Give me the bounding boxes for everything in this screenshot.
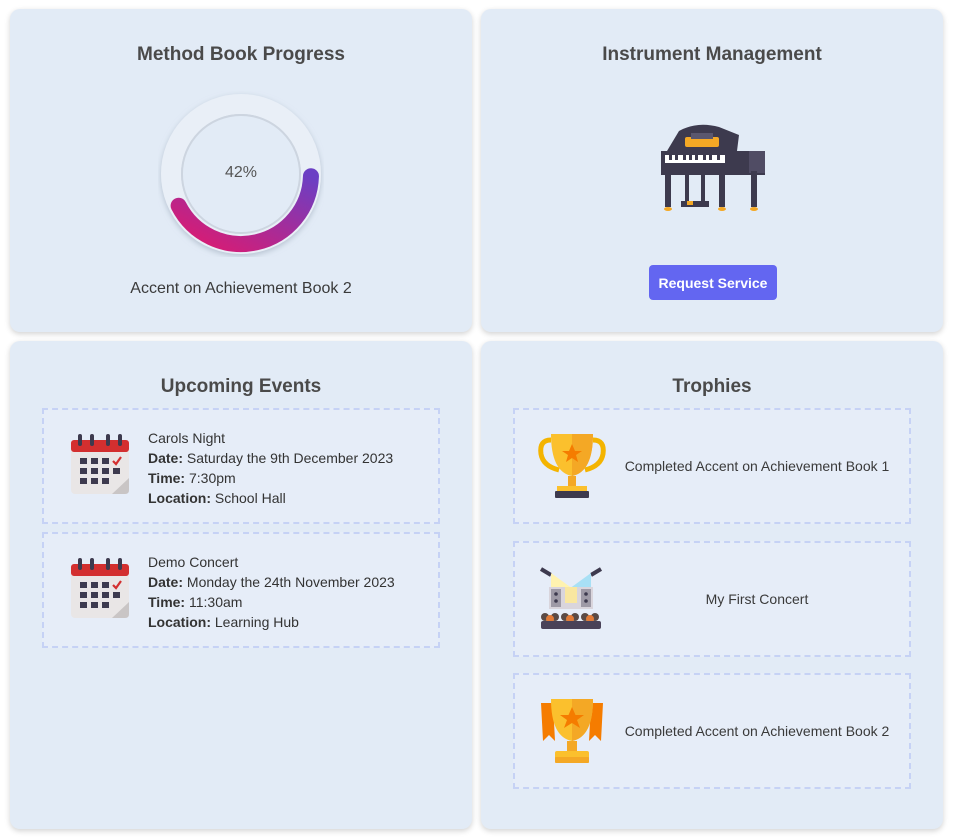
trophy-label: Completed Accent on Achievement Book 1 [624, 458, 890, 474]
trophy-item[interactable]: My First Concert [513, 541, 911, 657]
event-location: Location: Learning Hub [148, 612, 395, 632]
trophy-item[interactable]: Completed Accent on Achievement Book 1 [513, 408, 911, 524]
location-label: Location: [148, 614, 211, 630]
date-value: Saturday the 9th December 2023 [186, 450, 394, 466]
request-service-button[interactable]: Request Service [649, 265, 777, 300]
event-date: Date: Saturday the 9th December 2023 [148, 448, 393, 468]
location-value: Learning Hub [214, 614, 299, 630]
time-label: Time: [148, 470, 186, 486]
progress-ring: 42% [158, 91, 324, 257]
trophy-label: My First Concert [705, 591, 809, 607]
date-label: Date: [148, 450, 184, 466]
event-time: Time: 7:30pm [148, 468, 393, 488]
method-book-progress-card: Method Book Progress 42% Accent on Achie… [10, 9, 472, 332]
trophy-label: Completed Accent on Achievement Book 2 [624, 723, 890, 739]
card-title: Upcoming Events [160, 376, 322, 397]
trophies-card: Trophies Completed Accent on Achievement… [481, 341, 943, 829]
event-item[interactable]: Carols Night Date: Saturday the 9th Dece… [42, 408, 440, 524]
event-name: Demo Concert [148, 554, 239, 570]
calendar-icon [70, 434, 130, 501]
calendar-icon [70, 558, 130, 625]
progress-percent: 42% [224, 164, 258, 181]
card-title: Trophies [672, 376, 752, 397]
event-time: Time: 11:30am [148, 592, 395, 612]
trophy-item[interactable]: Completed Accent on Achievement Book 2 [513, 673, 911, 789]
upcoming-events-card: Upcoming Events Carols Night Date: Satur… [10, 341, 472, 829]
event-date: Date: Monday the 24th November 2023 [148, 572, 395, 592]
date-label: Date: [148, 574, 184, 590]
time-value: 7:30pm [188, 470, 236, 486]
event-name: Carols Night [148, 430, 226, 446]
event-details: Carols Night Date: Saturday the 9th Dece… [148, 428, 393, 508]
concert-stage-icon [537, 567, 605, 638]
event-item[interactable]: Demo Concert Date: Monday the 24th Novem… [42, 532, 440, 648]
method-book-name: Accent on Achievement Book 2 [130, 280, 352, 297]
trophy-icon [537, 432, 607, 505]
location-value: School Hall [214, 490, 286, 506]
event-details: Demo Concert Date: Monday the 24th Novem… [148, 552, 395, 632]
date-value: Monday the 24th November 2023 [186, 574, 395, 590]
location-label: Location: [148, 490, 211, 506]
time-label: Time: [148, 594, 186, 610]
grand-piano-icon [657, 121, 767, 218]
trophy-ribbon-icon [537, 697, 607, 770]
card-title: Method Book Progress [137, 44, 345, 65]
event-location: Location: School Hall [148, 488, 393, 508]
instrument-management-card: Instrument Management Request Service [481, 9, 943, 332]
card-title: Instrument Management [602, 44, 822, 65]
time-value: 11:30am [188, 594, 243, 610]
